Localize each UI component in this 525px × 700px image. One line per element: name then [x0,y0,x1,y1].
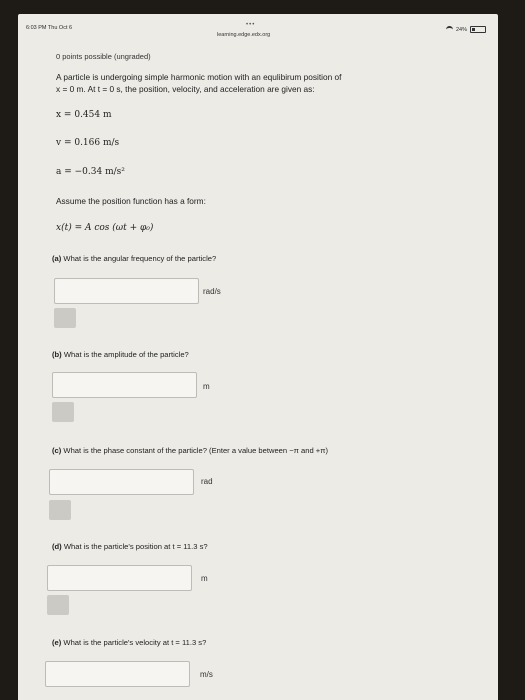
points-label: 0 points possible (ungraded) [56,52,151,61]
intro-line-2: x = 0 m. At t = 0 s, the position, veloc… [56,84,315,94]
more-dots-icon[interactable]: ••• [246,22,255,28]
answer-input-b[interactable] [52,372,197,398]
question-a-label: (a) [52,254,62,263]
battery-icon [470,26,486,33]
status-right: 24% [445,26,486,33]
unit-a: rad/s [203,287,221,296]
question-d: (d) What is the particle's position at t… [52,542,208,551]
question-b-text: What is the amplitude of the particle? [63,350,189,359]
question-d-label: (d) [52,542,62,551]
position-value: x = 0.454 m [56,110,112,120]
status-time: 6:03 PM Thu Oct 6 [26,25,73,31]
question-b-label: (b) [52,350,62,359]
unit-d: m [201,574,208,583]
submit-button-b[interactable] [52,402,74,422]
velocity-value: v = 0.166 m/s [56,138,120,148]
submit-button-a[interactable] [54,308,76,328]
question-c: (c) What is the phase constant of the pa… [52,446,328,455]
question-e: (e) What is the particle's velocity at t… [52,638,206,647]
assume-text: Assume the position function has a form: [56,196,206,206]
url-label[interactable]: learning.edge.edx.org [217,32,270,38]
question-b: (b) What is the amplitude of the particl… [52,350,189,359]
question-a-text: What is the angular frequency of the par… [63,254,217,263]
battery-percent: 24% [455,26,467,33]
answer-input-d[interactable] [47,565,192,591]
unit-c: rad [201,477,213,486]
question-c-label: (c) [52,446,62,455]
unit-e: m/s [200,670,213,679]
tablet-screen: 6:03 PM Thu Oct 6 ••• learning.edge.edx.… [18,14,498,700]
wifi-icon [445,26,453,33]
status-bar: 6:03 PM Thu Oct 6 ••• learning.edge.edx.… [18,14,498,38]
question-c-text: What is the phase constant of the partic… [63,446,329,455]
unit-b: m [203,382,210,391]
position-function: x(t) = A cos (ωt + φ₀) [56,223,154,233]
question-e-text: What is the particle's velocity at t = 1… [63,638,207,647]
acceleration-value: a = −0.34 m/s² [56,167,125,177]
answer-input-a[interactable] [54,278,199,304]
answer-input-e[interactable] [45,661,190,687]
question-d-text: What is the particle's position at t = 1… [63,542,208,551]
intro-line-1: A particle is undergoing simple harmonic… [56,72,342,82]
question-e-label: (e) [52,638,62,647]
submit-button-c[interactable] [49,500,71,520]
question-a: (a) What is the angular frequency of the… [52,254,216,263]
answer-input-c[interactable] [49,469,194,495]
submit-button-d[interactable] [47,595,69,615]
